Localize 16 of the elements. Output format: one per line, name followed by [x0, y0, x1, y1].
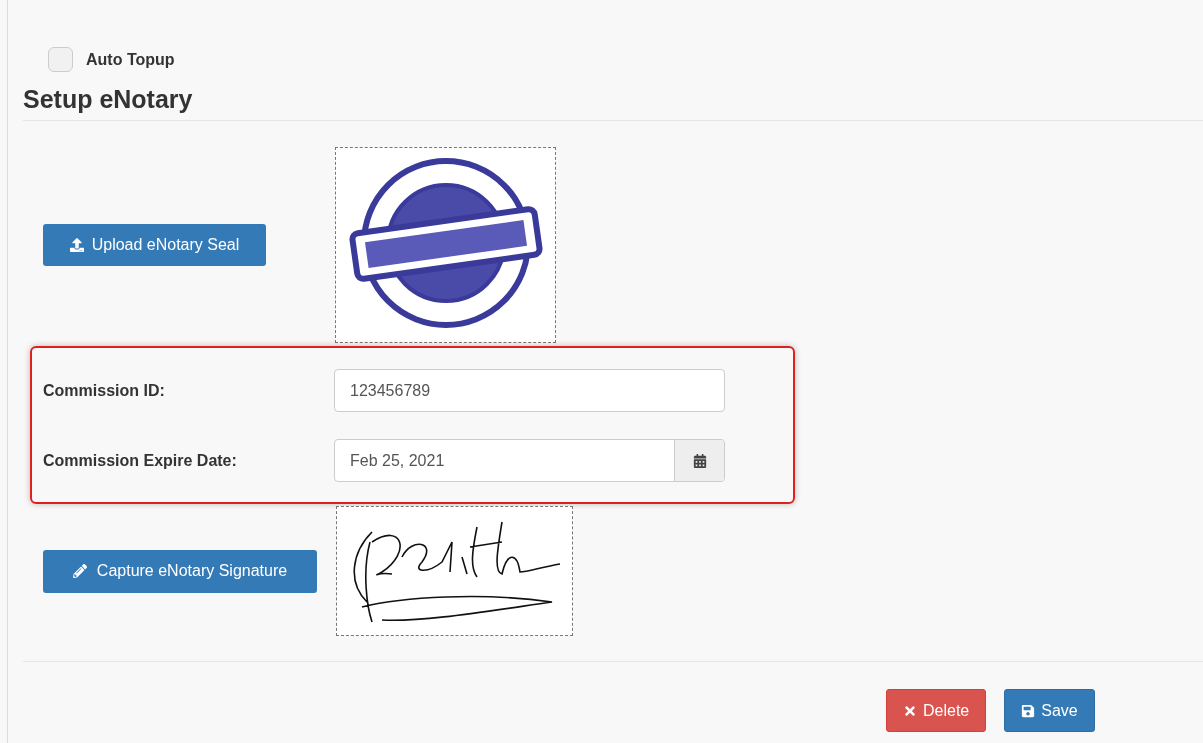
- section-title: Setup eNotary: [23, 84, 193, 114]
- close-icon: [903, 703, 917, 718]
- commission-id-field[interactable]: 123456789: [334, 369, 725, 412]
- delete-button[interactable]: Delete: [886, 689, 987, 732]
- date-field[interactable]: Feb 25, 2021: [334, 439, 725, 482]
- calendar-button[interactable]: [674, 440, 724, 481]
- capture-signature-button[interactable]: Capture eNotary Signature: [43, 549, 317, 593]
- auto-topup-label: Auto Topup: [86, 49, 175, 70]
- field-label: Commission Expire Date:: [43, 450, 238, 471]
- upload-icon: [69, 238, 84, 252]
- auto-topup-checkbox[interactable]: [48, 47, 73, 72]
- pencil-icon: [72, 564, 87, 578]
- save-button[interactable]: Save: [1004, 689, 1095, 732]
- calendar-icon: [692, 453, 707, 468]
- field-label: Commission ID:: [43, 380, 166, 401]
- upload-seal-button[interactable]: Upload eNotary Seal: [43, 224, 266, 266]
